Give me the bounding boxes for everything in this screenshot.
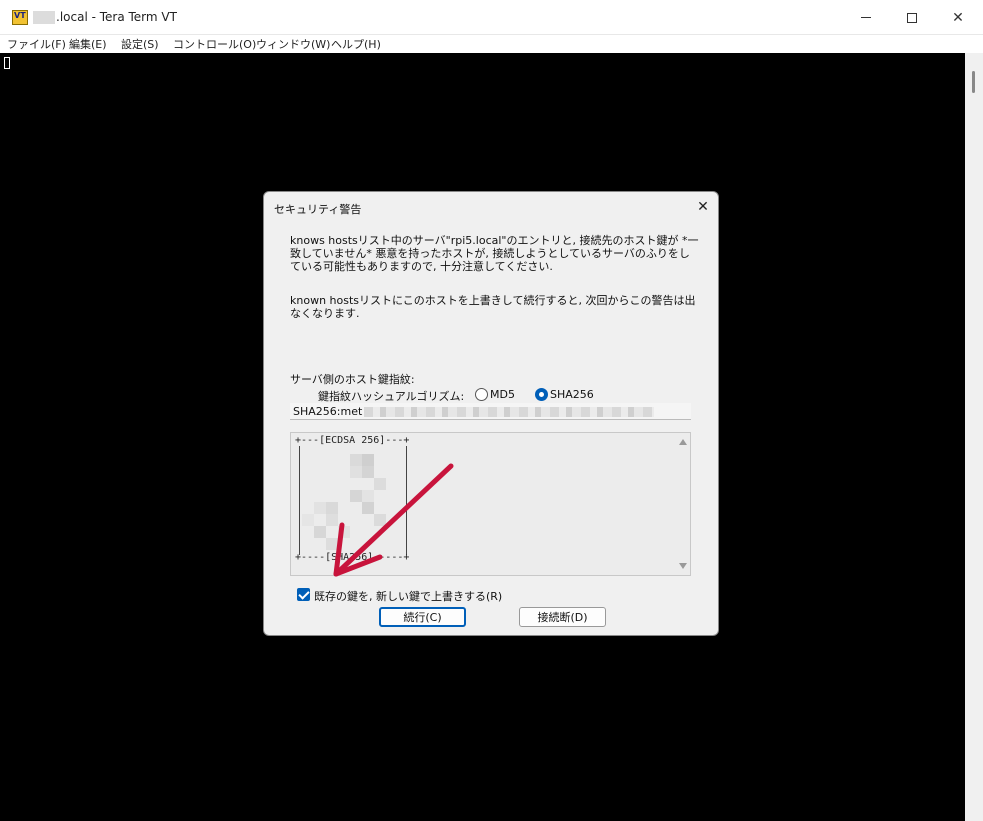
close-icon: ✕: [697, 199, 709, 215]
redacted-pixel: [350, 466, 362, 478]
menu-edit[interactable]: 編集(E): [69, 36, 107, 52]
redacted-fingerprint: [364, 407, 655, 417]
fingerprint-value: SHA256:met: [293, 405, 363, 418]
menu-help[interactable]: ヘルプ(H): [331, 36, 381, 52]
menu-control[interactable]: コントロール(O): [173, 36, 256, 52]
redacted-pixel: [350, 454, 362, 466]
replace-key-label[interactable]: 既存の鍵を, 新しい鍵で上書きする(R): [314, 588, 502, 604]
md5-radio-label[interactable]: MD5: [490, 388, 515, 401]
warning-message: knows hostsリスト中のサーバ"rpi5.local"のエントリと, 接…: [290, 234, 699, 273]
md5-radio[interactable]: [475, 388, 488, 401]
sha256-radio-label[interactable]: SHA256: [550, 388, 594, 401]
scroll-up-icon[interactable]: [679, 439, 687, 445]
minimize-button[interactable]: [843, 0, 889, 35]
sha256-radio[interactable]: [535, 388, 548, 401]
redacted-pixel: [362, 454, 374, 466]
scroll-down-icon[interactable]: [679, 563, 687, 569]
redacted-pixel: [374, 478, 386, 490]
redacted-pixel: [362, 466, 374, 478]
fingerprint-field[interactable]: SHA256:met: [290, 403, 691, 420]
maximize-button[interactable]: [889, 0, 935, 35]
replace-key-checkbox[interactable]: [297, 588, 310, 601]
app-icon-text: VT: [14, 11, 26, 20]
redacted-pixel: [326, 514, 338, 526]
minimize-icon: [861, 17, 871, 18]
menu-setup[interactable]: 設定(S): [121, 36, 159, 52]
redacted-pixel: [362, 502, 374, 514]
overwrite-message: known hostsリストにこのホストを上書きして続行すると, 次回からこの警…: [290, 294, 696, 320]
disconnect-button[interactable]: 接続断(D): [519, 607, 606, 627]
hash-algorithm-label: 鍵指紋ハッシュアルゴリズム:: [318, 390, 465, 403]
redacted-pixel: [326, 538, 338, 550]
title-bar: VT .local - Tera Term VT ✕: [0, 0, 983, 35]
window-title: .local - Tera Term VT: [56, 10, 177, 24]
randomart-footer: +----[SHA256]-----+: [295, 552, 410, 563]
redacted-pixel: [338, 526, 350, 538]
menu-window[interactable]: ウィンドウ(W): [256, 36, 330, 52]
terminal-scrollbar[interactable]: [965, 53, 983, 821]
close-window-button[interactable]: ✕: [935, 0, 981, 35]
scrollbar-thumb[interactable]: [972, 71, 975, 93]
redacted-pixel: [326, 502, 338, 514]
redacted-hostname: [33, 11, 55, 24]
redacted-pixel: [314, 526, 326, 538]
redacted-pixel: [314, 502, 326, 514]
close-icon: ✕: [952, 9, 964, 26]
fingerprint-label: サーバ側のホスト鍵指紋:: [290, 373, 415, 386]
randomart-scrollbar[interactable]: [676, 433, 691, 575]
menu-bar: ファイル(F) 編集(E) 設定(S) コントロール(O) ウィンドウ(W) ヘ…: [0, 35, 983, 53]
redacted-pixel: [302, 514, 314, 526]
dialog-close-button[interactable]: ✕: [694, 198, 712, 216]
randomart-box[interactable]: +---[ECDSA 256]---+ +----[SHA256]-----+: [290, 432, 691, 576]
teraterm-vt-icon[interactable]: VT: [12, 10, 28, 25]
dialog-title: セキュリティ警告: [274, 203, 362, 216]
randomart-header: +---[ECDSA 256]---+: [295, 435, 410, 446]
continue-button[interactable]: 続行(C): [379, 607, 466, 627]
maximize-icon: [907, 12, 917, 23]
teraterm-window: VT .local - Tera Term VT ✕ ファイル(F) 編集(E)…: [0, 0, 983, 821]
redacted-pixel: [350, 490, 362, 502]
terminal-cursor: [4, 57, 10, 69]
menu-file[interactable]: ファイル(F): [7, 36, 66, 52]
security-warning-dialog: セキュリティ警告 ✕ knows hostsリスト中のサーバ"rpi5.loca…: [263, 191, 719, 636]
redacted-pixel: [362, 490, 374, 502]
randomart-frame: [299, 446, 407, 555]
redacted-pixel: [374, 514, 386, 526]
